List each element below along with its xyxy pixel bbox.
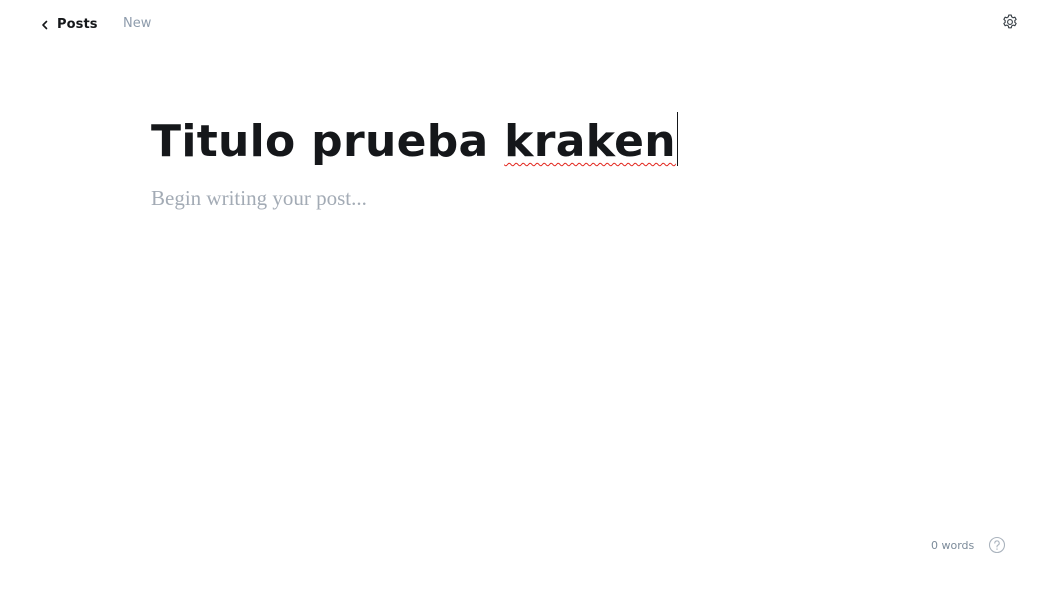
help-button[interactable] bbox=[988, 536, 1006, 554]
question-circle-icon bbox=[988, 536, 1006, 558]
editor-topbar: Posts New bbox=[0, 0, 1042, 48]
post-status: New bbox=[123, 16, 152, 31]
post-title-input[interactable]: Titulo prueba kraken bbox=[151, 110, 891, 174]
post-settings-button[interactable] bbox=[999, 13, 1021, 35]
word-count: 0 words bbox=[931, 538, 975, 552]
post-editor: Titulo prueba kraken Begin writing your … bbox=[151, 110, 891, 211]
post-title-text: Titulo prueba bbox=[151, 116, 505, 167]
post-editor-app: Posts New Titulo prueba kraken Begin wri… bbox=[0, 0, 1042, 590]
back-to-posts-link[interactable]: Posts bbox=[38, 14, 98, 34]
post-body-input[interactable]: Begin writing your post... bbox=[151, 186, 891, 211]
post-title-misspelled-word: kraken bbox=[504, 116, 676, 167]
back-link-label: Posts bbox=[57, 16, 98, 32]
editor-footer: 0 words bbox=[931, 536, 1006, 554]
text-cursor bbox=[676, 112, 679, 166]
chevron-left-icon bbox=[38, 17, 52, 31]
gear-icon bbox=[1001, 13, 1019, 35]
